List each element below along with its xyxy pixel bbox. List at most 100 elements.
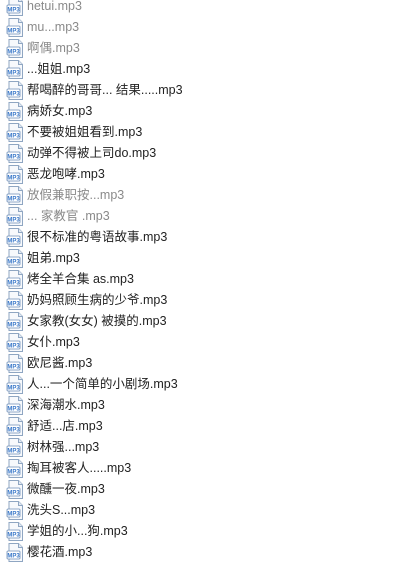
svg-text:MP3: MP3: [7, 91, 20, 97]
svg-text:MP3: MP3: [7, 238, 20, 244]
file-item[interactable]: MP3 mu...mp3: [0, 17, 397, 38]
file-name: 女家教(女女) 被摸的.mp3: [27, 314, 167, 328]
svg-text:MP3: MP3: [7, 154, 20, 160]
file-item[interactable]: MP3 放假兼职按...mp3: [0, 185, 397, 206]
mp3-file-icon: MP3: [6, 458, 25, 479]
file-item[interactable]: MP3 掏耳被客人.....mp3: [0, 458, 397, 479]
mp3-file-icon: MP3: [6, 500, 25, 521]
file-name: 洗头S...mp3: [27, 503, 96, 517]
file-name: 放假兼职按...mp3: [27, 188, 125, 202]
mp3-file-icon: MP3: [6, 416, 25, 437]
file-item[interactable]: MP3 姐弟.mp3: [0, 248, 397, 269]
file-name: 学姐的小...狗.mp3: [27, 524, 128, 538]
file-item[interactable]: MP3 欧尼酱.mp3: [0, 353, 397, 374]
file-name: 恶龙咆哮.mp3: [27, 167, 105, 181]
mp3-file-icon: MP3: [6, 311, 25, 332]
svg-text:MP3: MP3: [7, 280, 20, 286]
file-item[interactable]: MP3 啊偶.mp3: [0, 38, 397, 59]
mp3-file-icon: MP3: [6, 101, 25, 122]
file-item[interactable]: MP3 人...一个简单的小剧场.mp3: [0, 374, 397, 395]
file-name: mu...mp3: [27, 20, 80, 34]
mp3-file-icon: MP3: [6, 185, 25, 206]
file-name: 奶妈照顾生病的少爷.mp3: [27, 293, 168, 307]
mp3-file-icon: MP3: [6, 227, 25, 248]
svg-text:MP3: MP3: [7, 511, 20, 517]
mp3-file-icon: MP3: [6, 269, 25, 290]
mp3-file-icon: MP3: [6, 248, 25, 269]
svg-text:MP3: MP3: [7, 7, 20, 13]
file-item[interactable]: MP3 深海潮水.mp3: [0, 395, 397, 416]
svg-text:MP3: MP3: [7, 406, 20, 412]
file-list: MP3 hetui.mp3 MP3 mu...mp3 MP3 啊偶.mp3 MP3 ...姐姐…: [0, 0, 397, 562]
svg-text:MP3: MP3: [7, 28, 20, 34]
file-name: 啊偶.mp3: [27, 41, 80, 55]
file-name: 姐弟.mp3: [27, 251, 80, 265]
file-item[interactable]: MP3 微醺一夜.mp3: [0, 479, 397, 500]
file-item[interactable]: MP3 女仆.mp3: [0, 332, 397, 353]
file-name: 微醺一夜.mp3: [27, 482, 105, 496]
svg-text:MP3: MP3: [7, 385, 20, 391]
file-name: 很不标准的粤语故事.mp3: [27, 230, 168, 244]
file-item[interactable]: MP3 很不标准的粤语故事.mp3: [0, 227, 397, 248]
svg-text:MP3: MP3: [7, 490, 20, 496]
svg-text:MP3: MP3: [7, 427, 20, 433]
file-name: 树林强...mp3: [27, 440, 100, 454]
mp3-file-icon: MP3: [6, 143, 25, 164]
svg-text:MP3: MP3: [7, 448, 20, 454]
mp3-file-icon: MP3: [6, 0, 25, 17]
svg-text:MP3: MP3: [7, 49, 20, 55]
svg-text:MP3: MP3: [7, 553, 20, 559]
svg-text:MP3: MP3: [7, 112, 20, 118]
file-name: ...姐姐.mp3: [27, 62, 91, 76]
mp3-file-icon: MP3: [6, 437, 25, 458]
file-item[interactable]: MP3 ...姐姐.mp3: [0, 59, 397, 80]
file-name: 舒适...店.mp3: [27, 419, 103, 433]
mp3-file-icon: MP3: [6, 332, 25, 353]
mp3-file-icon: MP3: [6, 38, 25, 59]
file-item[interactable]: MP3 恶龙咆哮.mp3: [0, 164, 397, 185]
svg-text:MP3: MP3: [7, 364, 20, 370]
mp3-file-icon: MP3: [6, 80, 25, 101]
file-item[interactable]: MP3 洗头S...mp3: [0, 500, 397, 521]
mp3-file-icon: MP3: [6, 290, 25, 311]
svg-text:MP3: MP3: [7, 70, 20, 76]
mp3-file-icon: MP3: [6, 164, 25, 185]
file-item[interactable]: MP3 树林强...mp3: [0, 437, 397, 458]
file-item[interactable]: MP3 奶妈照顾生病的少爷.mp3: [0, 290, 397, 311]
mp3-file-icon: MP3: [6, 206, 25, 227]
svg-text:MP3: MP3: [7, 469, 20, 475]
mp3-file-icon: MP3: [6, 479, 25, 500]
mp3-file-icon: MP3: [6, 122, 25, 143]
file-name: 掏耳被客人.....mp3: [27, 461, 132, 475]
file-item[interactable]: MP3 烤全羊合集 as.mp3: [0, 269, 397, 290]
svg-text:MP3: MP3: [7, 196, 20, 202]
file-item[interactable]: MP3 舒适...店.mp3: [0, 416, 397, 437]
file-name: 烤全羊合集 as.mp3: [27, 272, 134, 286]
svg-text:MP3: MP3: [7, 322, 20, 328]
file-item[interactable]: MP3 ... 家教官 .mp3: [0, 206, 397, 227]
file-item[interactable]: MP3 帮喝醉的哥哥... 结果.....mp3: [0, 80, 397, 101]
svg-text:MP3: MP3: [7, 217, 20, 223]
file-item[interactable]: MP3 学姐的小...狗.mp3: [0, 521, 397, 542]
file-name: 人...一个简单的小剧场.mp3: [27, 377, 178, 391]
file-name: hetui.mp3: [27, 0, 82, 13]
file-item[interactable]: MP3 病娇女.mp3: [0, 101, 397, 122]
file-item[interactable]: MP3 动弹不得被上司do.mp3: [0, 143, 397, 164]
file-name: ... 家教官 .mp3: [27, 209, 110, 223]
file-name: 欧尼酱.mp3: [27, 356, 93, 370]
file-name: 女仆.mp3: [27, 335, 80, 349]
file-item[interactable]: MP3 hetui.mp3: [0, 0, 397, 17]
file-name: 病娇女.mp3: [27, 104, 93, 118]
svg-text:MP3: MP3: [7, 301, 20, 307]
file-name: 不要被姐姐看到.mp3: [27, 125, 143, 139]
file-item[interactable]: MP3 不要被姐姐看到.mp3: [0, 122, 397, 143]
mp3-file-icon: MP3: [6, 521, 25, 542]
mp3-file-icon: MP3: [6, 374, 25, 395]
svg-text:MP3: MP3: [7, 175, 20, 181]
file-name: 动弹不得被上司do.mp3: [27, 146, 157, 160]
mp3-file-icon: MP3: [6, 353, 25, 374]
svg-text:MP3: MP3: [7, 259, 20, 265]
file-item[interactable]: MP3 女家教(女女) 被摸的.mp3: [0, 311, 397, 332]
mp3-file-icon: MP3: [6, 395, 25, 416]
svg-text:MP3: MP3: [7, 343, 20, 349]
